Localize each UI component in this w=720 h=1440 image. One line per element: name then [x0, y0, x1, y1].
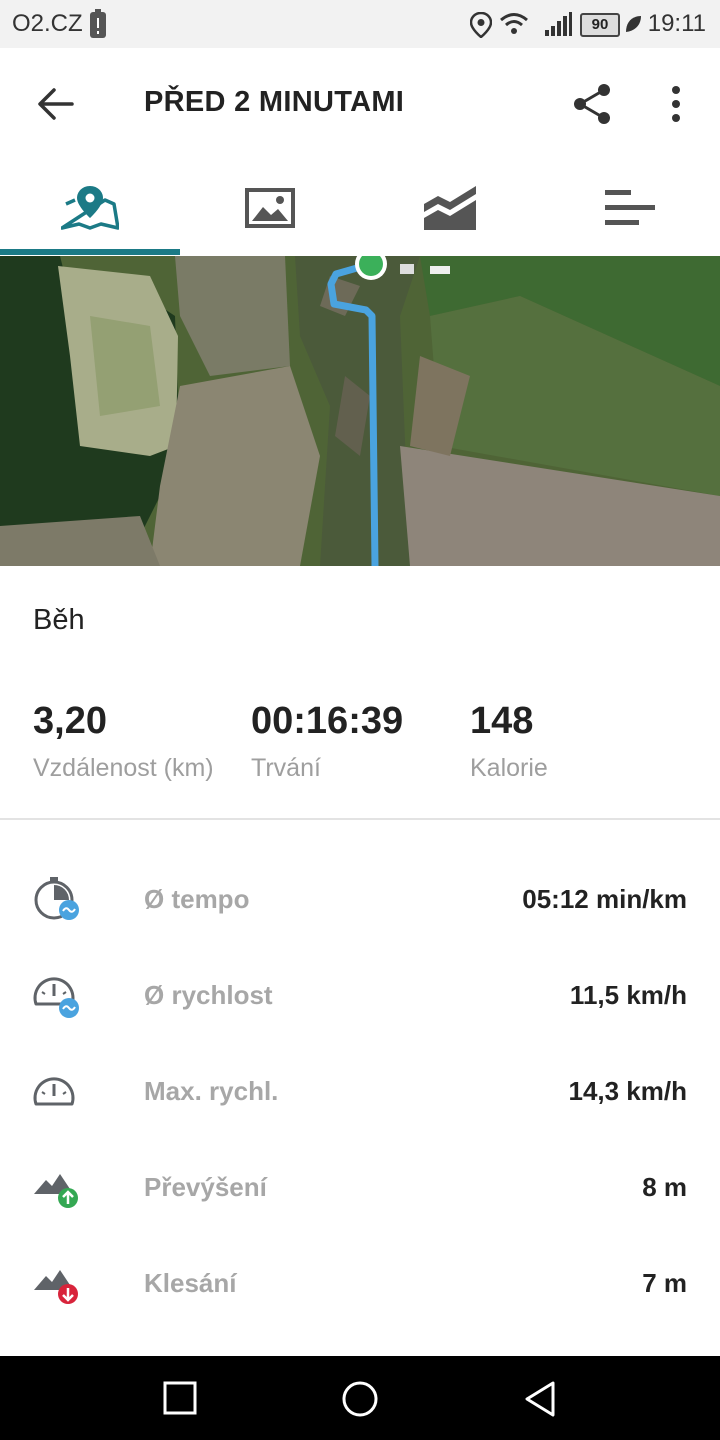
sim-alert-icon [90, 9, 106, 38]
divider [0, 818, 720, 820]
more-options-icon[interactable] [666, 84, 686, 124]
home-circle-icon[interactable] [341, 1380, 379, 1418]
system-nav-bar [0, 1356, 720, 1440]
distance-value: 3,20 [33, 700, 107, 742]
elevation-gain-label: Převýšení [144, 1172, 267, 1202]
chart-area-icon [424, 186, 476, 230]
location-icon [470, 12, 492, 38]
detail-row-elevation-gain: Převýšení 8 m [0, 1142, 720, 1238]
distance-label: Vzdálenost (km) [33, 754, 214, 782]
back-triangle-icon[interactable] [523, 1380, 557, 1418]
detail-row-avg-speed: Ø rychlost 11,5 km/h [0, 950, 720, 1046]
clock: 19:11 [647, 10, 706, 37]
recents-square-icon[interactable] [163, 1381, 197, 1415]
tab-bar [0, 160, 720, 256]
satellite-map-image [0, 256, 720, 566]
wifi-icon [500, 13, 528, 34]
back-arrow-icon[interactable] [36, 84, 76, 124]
avg-speed-value: 11,5 km/h [569, 980, 687, 1010]
duration-value: 00:16:39 [251, 700, 404, 742]
duration-label: Trvání [251, 754, 321, 782]
battery-indicator: 90 [580, 13, 620, 37]
route-map[interactable] [0, 256, 720, 566]
detail-row-max-speed: Max. rychl. 14,3 km/h [0, 1046, 720, 1142]
tab-charts[interactable] [360, 160, 540, 256]
image-icon [245, 188, 295, 228]
elevation-loss-icon [34, 1270, 78, 1304]
calories-value: 148 [470, 700, 534, 742]
tab-photos[interactable] [180, 160, 360, 256]
list-icon [605, 190, 655, 225]
avg-speed-icon [33, 977, 79, 1018]
avg-pace-icon [34, 877, 79, 920]
elevation-loss-label: Klesání [144, 1268, 237, 1298]
calories-label: Kalorie [470, 754, 548, 782]
page-title: PŘED 2 MINUTAMI [144, 86, 405, 118]
max-speed-value: 14,3 km/h [568, 1076, 687, 1106]
carrier-label: O2.CZ [12, 10, 83, 37]
map-pin-icon [61, 186, 119, 230]
detail-row-elevation-loss: Klesání 7 m [0, 1238, 720, 1334]
elevation-loss-value: 7 m [642, 1268, 687, 1298]
max-speed-icon [33, 1077, 75, 1106]
elevation-gain-value: 8 m [642, 1172, 687, 1202]
elevation-gain-icon [34, 1174, 78, 1208]
leaf-icon [626, 16, 641, 32]
activity-type: Běh [33, 604, 85, 636]
status-bar: O2.CZ 90 19:11 [0, 0, 720, 48]
tab-summary[interactable] [540, 160, 720, 256]
avg-pace-value: 05:12 min/km [522, 884, 687, 914]
signal-icon [545, 12, 572, 36]
max-speed-label: Max. rychl. [144, 1076, 279, 1106]
detail-row-avg-pace: Ø tempo 05:12 min/km [0, 854, 720, 950]
avg-speed-label: Ø rychlost [144, 980, 273, 1010]
active-tab-indicator [0, 249, 180, 255]
share-icon[interactable] [570, 82, 614, 126]
avg-pace-label: Ø tempo [144, 884, 250, 914]
tab-map[interactable] [0, 160, 180, 256]
